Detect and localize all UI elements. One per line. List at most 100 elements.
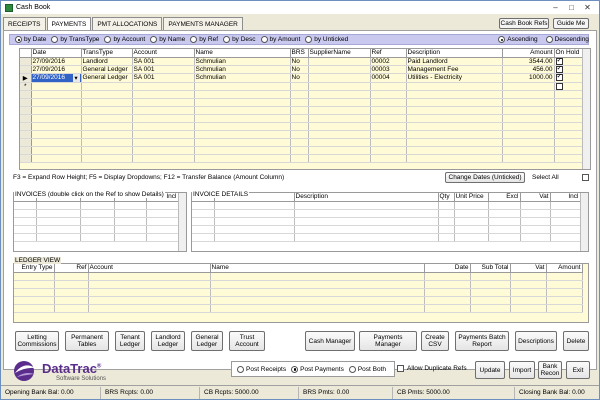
cell-on-hold[interactable] [554, 82, 585, 92]
grid-header-row: Date TransType Account Name BRS Supplier… [20, 49, 585, 58]
create-csv-button[interactable]: Create CSV [421, 331, 449, 351]
cell-description[interactable]: Management Fee [406, 65, 503, 74]
cell-amount[interactable]: 1000.00 [502, 73, 555, 83]
guide-me-button[interactable]: Guide Me [553, 18, 589, 29]
tab-receipts[interactable]: RECEIPTS [3, 17, 46, 30]
cell-description[interactable]: Paid Landlord [406, 57, 503, 66]
cell-supplier[interactable] [308, 57, 371, 66]
cash-manager-button[interactable]: Cash Manager [305, 331, 355, 351]
cell-date[interactable]: 27/09/2016 [31, 57, 82, 66]
close-icon[interactable]: ✕ [581, 2, 594, 12]
cell-brs[interactable]: No [290, 65, 309, 74]
col-amount[interactable]: Amount [502, 49, 555, 58]
tab-pmt-allocations[interactable]: PMT ALLOCATIONS [92, 17, 163, 30]
sort-by-ref[interactable]: by Ref [190, 36, 218, 43]
dropdown-arrow-icon[interactable]: ▾ [72, 73, 80, 82]
cell-amount[interactable]: 456.00 [502, 65, 555, 74]
cell-name[interactable]: Schmulian [194, 57, 291, 66]
cell-brs[interactable]: No [290, 57, 309, 66]
cell-account[interactable]: SA 001 [132, 57, 195, 66]
delete-button[interactable]: Delete [563, 331, 589, 351]
col-date[interactable]: Date [31, 49, 82, 58]
invoice-details-scrollbar[interactable] [580, 193, 588, 251]
allow-duplicate-refs-checkbox[interactable] [397, 365, 404, 372]
update-button[interactable]: Update [475, 361, 505, 379]
sort-by-name[interactable]: by Name [150, 36, 185, 43]
col-supplier[interactable]: SupplierName [308, 49, 371, 58]
permanent-tables-button[interactable]: Permanent Tables [65, 331, 109, 351]
sort-by-unticked[interactable]: by Unticked [305, 36, 348, 43]
row-selector[interactable] [20, 65, 32, 74]
order-descending[interactable]: Descending [545, 36, 589, 43]
col-brs[interactable]: BRS [290, 49, 309, 58]
col-transtype[interactable]: TransType [81, 49, 133, 58]
cell-supplier[interactable] [308, 65, 371, 74]
cell-account[interactable]: SA 001 [132, 65, 195, 74]
on-hold-checkbox[interactable] [555, 65, 563, 73]
cell-on-hold[interactable] [554, 73, 585, 83]
cell-on-hold[interactable] [554, 57, 585, 66]
col-description[interactable]: Description [406, 49, 503, 58]
cell-ref[interactable]: 00004 [370, 73, 407, 83]
descriptions-button[interactable]: Descriptions [515, 331, 557, 351]
cell-transtype[interactable]: General Ledger [81, 73, 133, 83]
col-name[interactable]: Name [194, 49, 291, 58]
cell-transtype[interactable]: General Ledger [81, 65, 133, 74]
landlord-ledger-button[interactable]: Landlord Ledger [151, 331, 185, 351]
post-receipts-radio[interactable]: Post Receipts [237, 365, 286, 373]
sort-by-account[interactable]: by Account [104, 36, 145, 43]
tenant-ledger-button[interactable]: Tenant Ledger [115, 331, 145, 351]
post-both-radio[interactable]: Post Both [348, 365, 386, 373]
col-on-hold[interactable]: On Hold [554, 49, 585, 58]
cell-name[interactable]: Schmulian [194, 73, 291, 83]
general-ledger-button[interactable]: General Ledger [191, 331, 223, 351]
change-dates-button[interactable]: Change Dates (Unticked) [445, 172, 525, 183]
cell-brs[interactable]: No [290, 73, 309, 83]
sort-by-date[interactable]: by Date [15, 36, 46, 43]
post-payments-radio[interactable]: Post Payments [291, 365, 344, 373]
payments-manager-button[interactable]: Payments Manager [359, 331, 417, 351]
allow-duplicate-refs[interactable]: Allow Duplicate Refs [397, 365, 467, 372]
trust-account-button[interactable]: Trust Account [229, 331, 265, 351]
table-row[interactable]: ▶ 27/09/2016 ▾ General Ledger SA 001 Schm… [20, 73, 585, 83]
grid-vertical-scrollbar[interactable] [582, 49, 590, 169]
sort-by-transtype[interactable]: by TransType [51, 36, 99, 43]
cash-book-refs-button[interactable]: Cash Book Refs [499, 18, 549, 29]
letting-commissions-button[interactable]: Letting Commissions [15, 331, 59, 351]
invoices-scrollbar[interactable] [178, 193, 186, 251]
bank-recon-button[interactable]: Bank Recon [538, 361, 562, 379]
exit-button[interactable]: Exit [566, 361, 590, 379]
cell-account[interactable]: SA 001 [132, 73, 195, 83]
sort-by-amount[interactable]: by Amount [260, 36, 300, 43]
new-row[interactable]: * [20, 82, 585, 92]
cell-supplier[interactable] [308, 73, 371, 83]
tab-payments-manager[interactable]: PAYMENTS MANAGER [163, 17, 243, 30]
cell-transtype[interactable]: Landlord [81, 57, 133, 66]
on-hold-checkbox[interactable] [555, 57, 563, 65]
import-button[interactable]: Import [509, 361, 535, 379]
cell-amount[interactable]: 3544.00 [502, 57, 555, 66]
on-hold-checkbox[interactable] [555, 73, 563, 81]
order-ascending[interactable]: Ascending [498, 36, 538, 43]
table-row[interactable]: 27/09/2016 General Ledger SA 001 Schmuli… [20, 65, 585, 74]
cell-name[interactable]: Schmulian [194, 65, 291, 74]
cell-on-hold[interactable] [554, 65, 585, 74]
maximize-icon[interactable]: □ [565, 2, 578, 12]
col-ref[interactable]: Ref [370, 49, 407, 58]
cell-description[interactable]: Utilities - Electricity [406, 73, 503, 83]
on-hold-checkbox[interactable] [555, 82, 563, 90]
current-row-indicator-icon[interactable]: ▶ [20, 73, 32, 83]
payments-batch-report-button[interactable]: Payments Batch Report [455, 331, 509, 351]
tab-payments[interactable]: PAYMENTS [46, 17, 92, 31]
select-all-checkbox[interactable] [582, 174, 589, 181]
sort-by-desc[interactable]: by Desc [223, 36, 256, 43]
col-account[interactable]: Account [132, 49, 195, 58]
row-selector[interactable] [20, 57, 32, 66]
cell-ref[interactable]: 00003 [370, 65, 407, 74]
cell-ref[interactable]: 00002 [370, 57, 407, 66]
cell-date[interactable]: 27/09/2016 [31, 65, 82, 74]
minimize-icon[interactable]: – [549, 2, 562, 12]
table-row[interactable]: 27/09/2016 Landlord SA 001 Schmulian No … [20, 57, 585, 66]
cell-date-editing[interactable]: 27/09/2016 ▾ [31, 73, 82, 83]
invoice-details-table: Ref Code Description Qty Unit Price Excl… [192, 193, 581, 242]
